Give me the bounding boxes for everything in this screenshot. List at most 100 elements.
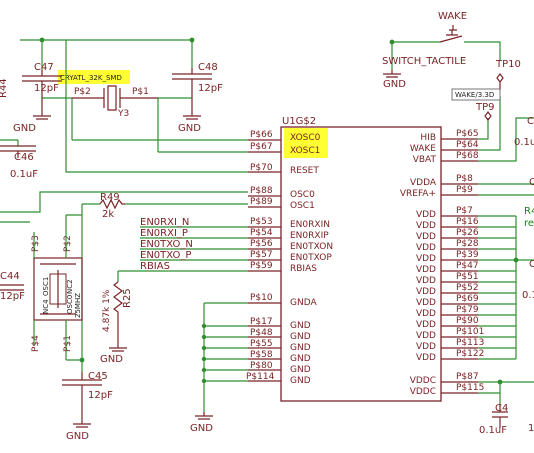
pin-num-87: P$87 — [456, 372, 479, 382]
pin-name-vdd-6: VDD — [416, 265, 436, 275]
pin-name-reset: RESET — [290, 166, 319, 176]
pin-name-vdd-12: VDD — [416, 331, 436, 341]
junction-vddc — [497, 379, 503, 385]
partial-c-top: C — [527, 116, 534, 127]
pin-num-88: P$88 — [250, 186, 273, 196]
pin-num-54: P$54 — [250, 228, 273, 238]
pin-name-vdd-14: VDD — [416, 353, 436, 363]
net-en0txo-p: EN0TXO_P — [140, 250, 191, 261]
pin-num-67: P$67 — [250, 142, 273, 152]
chip-name: U1G$2 — [282, 116, 316, 127]
pin-name-gnd-5: GND — [290, 365, 311, 375]
gnd-bus: GND — [190, 302, 248, 434]
junction-gnd-3 — [201, 345, 207, 351]
junction-gnd-1 — [201, 323, 207, 329]
partial-c-value: 0.1u — [514, 137, 534, 148]
junction-osc — [79, 357, 85, 363]
crystal-section: C47 12pF GND C48 12pF GND R44 CRYATL_32K… — [0, 37, 248, 153]
pin-name-vdd-4: VDD — [416, 243, 436, 253]
pin-name-vdd-3: VDD — [416, 232, 436, 242]
pin-num-79: P$79 — [456, 305, 479, 315]
pin-name-hib: HIB — [420, 133, 436, 143]
pin-num-8: P$8 — [456, 174, 473, 184]
pin-name-vdd-1: VDD — [416, 210, 436, 220]
c46-ref: C46 — [14, 152, 34, 163]
pin-name-gnda: GNDA — [290, 298, 317, 308]
pin-num-64: P$64 — [456, 140, 479, 150]
pin-name-vddc-1: VDDC — [410, 376, 436, 386]
pin-name-gnd-4: GND — [290, 354, 311, 364]
r44-ref: R44 — [0, 78, 9, 98]
tp10-symbol — [496, 73, 504, 90]
pin-num-101: P$101 — [456, 327, 484, 337]
pin-num-51: P$51 — [456, 272, 479, 282]
pin-name-vdd-11: VDD — [416, 320, 436, 330]
pin-name-vdd-5: VDD — [416, 254, 436, 264]
c48-value: 12pF — [198, 83, 223, 94]
partial-r4-sub: re — [524, 218, 534, 229]
osc1-ref: OSC1 — [42, 277, 50, 296]
pin-name-gnd-1: GND — [290, 321, 311, 331]
chip-left-pin-names: XOSC0 XOSC1 RESET OSC0 OSC1 EN0RXIN EN0R… — [290, 133, 333, 386]
pin-num-53: P$53 — [250, 217, 273, 227]
c44-value: 12pF — [0, 291, 25, 302]
pin-name-vdd-10: VDD — [416, 309, 436, 319]
pin-num-47: P$47 — [456, 261, 479, 271]
pin-name-en0txop: EN0TXOP — [290, 253, 332, 263]
pin-num-90: P$90 — [456, 316, 479, 326]
wake-label: WAKE/3.3D — [455, 91, 494, 99]
pin-num-28: P$28 — [456, 239, 479, 249]
pin-num-68: P$68 — [456, 151, 479, 161]
partial-c-side2: C — [529, 259, 534, 270]
junction-c47 — [39, 37, 45, 43]
c47-ref: C47 — [34, 62, 54, 73]
pin-name-en0rxin: EN0RXIN — [290, 220, 330, 230]
pin-name-vdd-8: VDD — [416, 287, 436, 297]
pin-num-57: P$57 — [250, 250, 273, 260]
partial-one: 1 — [528, 423, 534, 434]
pin-name-vdd-9: VDD — [416, 298, 436, 308]
partial-c-value2: 0.1u — [522, 290, 534, 301]
c44-ref: C44 — [0, 271, 20, 282]
switch-gnd: GND — [383, 79, 406, 90]
osc1-pin2: P$2 — [63, 235, 73, 252]
schematic-canvas: U1G$2 XOSC0 XOSC1 RESET OSC0 OSC1 EN0RXI… — [0, 11, 534, 442]
osc1-pin4: P$4 — [31, 335, 41, 352]
pin-name-en0txon: EN0TXON — [290, 242, 333, 252]
pin-num-7: P$7 — [456, 206, 473, 216]
pin-num-39: P$39 — [456, 250, 479, 260]
pin-num-16: P$16 — [456, 217, 479, 227]
pin-name-vdda: VDDA — [410, 178, 437, 188]
c4-ref: C4 — [495, 403, 508, 414]
tp9-ref: TP9 — [475, 102, 495, 113]
net-rbias: RBIAS — [140, 261, 170, 272]
partial-c-side: C — [529, 177, 534, 188]
pin-name-gnd-2: GND — [290, 332, 311, 342]
pin-num-59: P$59 — [250, 261, 273, 271]
c45-value: 12pF — [88, 390, 113, 401]
chip-right-pin-names: HIB WAKE VBAT VDDA VREFA+ VDD VDD VDD VD… — [400, 133, 437, 397]
wake-net-label: WAKE — [438, 11, 467, 22]
ethernet-nets: EN0RXI_N EN0RXI_P EN0TXO_N EN0TXO_P RBIA… — [140, 217, 248, 272]
pin-name-gnd-6: GND — [290, 376, 311, 386]
switch-name: SWITCH_TACTILE — [382, 56, 466, 67]
y3-label: CRYATL_32K_SMD — [60, 74, 122, 82]
pin-num-69: P$69 — [456, 294, 479, 304]
osc1-freq: 25MHZ — [74, 293, 82, 318]
pin-num-65: P$65 — [456, 129, 479, 139]
capacitor-c4: C4 0.1uF — [479, 403, 508, 436]
chip-right-pins: P$65 P$64 P$68 P$8 P$9 P$7 P$16 P$26 P$2… — [441, 129, 484, 394]
c46-value: 0.1uF — [10, 169, 38, 180]
pin-name-osc0: OSC0 — [290, 190, 315, 200]
r49-value: 2k — [102, 209, 114, 220]
junction-gnd-2 — [201, 334, 207, 340]
pin-name-xosc1: XOSC1 — [290, 146, 320, 156]
c4-value: 0.1uF — [479, 425, 507, 436]
osc1-nc4: NC4 — [42, 299, 50, 314]
pin-name-osc1: OSC1 — [290, 201, 315, 211]
pin-num-66: P$66 — [250, 130, 273, 140]
pin-num-9: P$9 — [456, 185, 473, 195]
y3-pin2: P$2 — [74, 87, 91, 97]
tp10-ref: TP10 — [495, 59, 521, 70]
chip-left-pins: P$66 P$67 P$70 P$88 P$89 P$53 P$54 P$56 … — [246, 130, 281, 382]
